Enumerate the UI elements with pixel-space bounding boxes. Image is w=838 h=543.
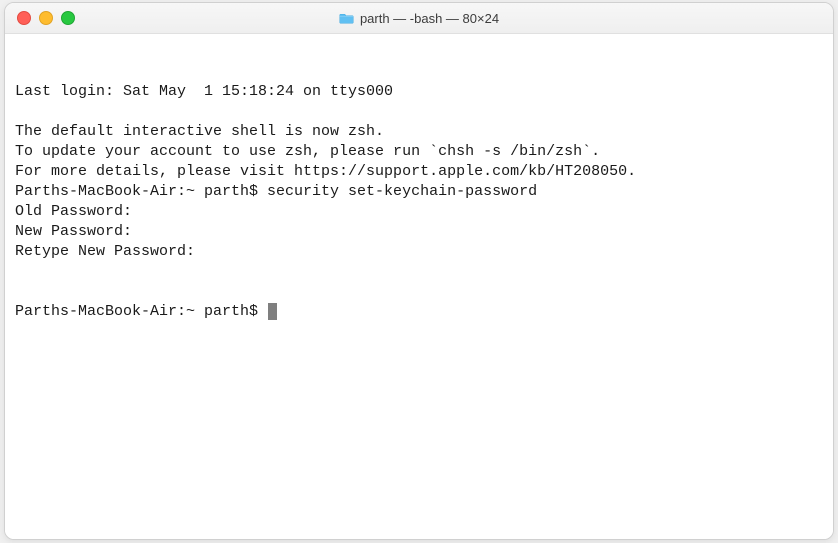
titlebar[interactable]: parth — -bash — 80×24 [5,3,833,34]
close-icon[interactable] [17,11,31,25]
terminal-prompt-line[interactable]: Parths-MacBook-Air:~ parth$ [15,302,823,322]
terminal-prompt: Parths-MacBook-Air:~ parth$ [15,303,267,320]
terminal-line: Retype New Password: [15,242,823,262]
folder-icon [339,12,354,24]
cursor-icon [268,303,277,320]
terminal-lines: Last login: Sat May 1 15:18:24 on ttys00… [15,82,823,262]
maximize-icon[interactable] [61,11,75,25]
terminal-window: parth — -bash — 80×24 Last login: Sat Ma… [4,2,834,540]
minimize-icon[interactable] [39,11,53,25]
terminal-line: Old Password: [15,202,823,222]
terminal-line: New Password: [15,222,823,242]
window-title: parth — -bash — 80×24 [5,11,833,26]
terminal-line: Last login: Sat May 1 15:18:24 on ttys00… [15,82,823,102]
terminal-output[interactable]: Last login: Sat May 1 15:18:24 on ttys00… [5,34,833,539]
terminal-line: The default interactive shell is now zsh… [15,122,823,142]
window-title-text: parth — -bash — 80×24 [360,11,499,26]
terminal-line [15,102,823,122]
terminal-line: For more details, please visit https://s… [15,162,823,182]
terminal-line: To update your account to use zsh, pleas… [15,142,823,162]
terminal-line: Parths-MacBook-Air:~ parth$ security set… [15,182,823,202]
window-controls [17,11,75,25]
